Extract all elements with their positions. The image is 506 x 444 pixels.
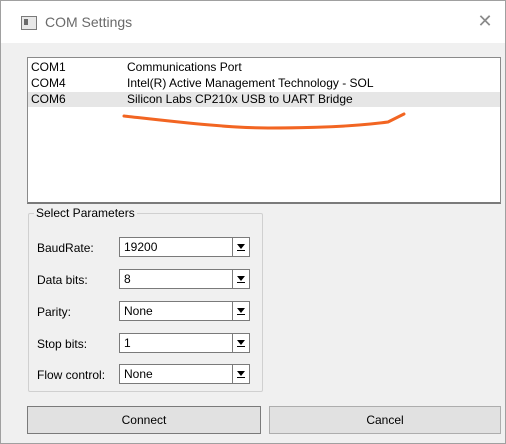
port-list[interactable]: COM1 Communications Port COM4 Intel(R) A…: [27, 57, 501, 204]
stopbits-label: Stop bits:: [37, 337, 88, 351]
databits-select[interactable]: 8: [119, 269, 250, 289]
cancel-button[interactable]: Cancel: [269, 406, 501, 434]
list-item[interactable]: COM1 Communications Port: [28, 60, 500, 75]
stopbits-select[interactable]: 1: [119, 333, 250, 353]
port-name: COM1: [31, 60, 66, 74]
connect-button[interactable]: Connect: [27, 406, 261, 434]
title-bar: COM Settings ✕: [1, 1, 505, 43]
baudrate-label: BaudRate:: [37, 241, 94, 255]
chevron-down-icon[interactable]: [232, 238, 249, 256]
chevron-down-icon[interactable]: [232, 270, 249, 288]
baudrate-value: 19200: [124, 240, 158, 254]
flowcontrol-value: None: [124, 367, 153, 381]
window-icon: [21, 16, 37, 30]
baudrate-select[interactable]: 19200: [119, 237, 250, 257]
port-name: COM4: [31, 76, 66, 90]
parity-select[interactable]: None: [119, 301, 250, 321]
close-icon[interactable]: ✕: [471, 7, 499, 35]
com-settings-dialog: COM Settings ✕ COM1 Communications Port …: [0, 0, 506, 444]
list-item[interactable]: COM4 Intel(R) Active Management Technolo…: [28, 76, 500, 91]
chevron-down-icon[interactable]: [232, 334, 249, 352]
parity-label: Parity:: [37, 305, 72, 319]
group-title: Select Parameters: [34, 206, 137, 220]
databits-value: 8: [124, 272, 131, 286]
chevron-down-icon[interactable]: [232, 302, 249, 320]
port-description: Silicon Labs CP210x USB to UART Bridge: [127, 92, 353, 106]
parity-value: None: [124, 304, 153, 318]
flowcontrol-select[interactable]: None: [119, 364, 250, 384]
port-name: COM6: [31, 92, 66, 106]
list-item-selected[interactable]: COM6 Silicon Labs CP210x USB to UART Bri…: [28, 92, 500, 107]
port-description: Intel(R) Active Management Technology - …: [127, 76, 374, 90]
flowcontrol-label: Flow control:: [37, 368, 106, 382]
databits-label: Data bits:: [37, 273, 88, 287]
port-description: Communications Port: [127, 60, 242, 74]
dialog-title: COM Settings: [45, 14, 133, 30]
stopbits-value: 1: [124, 336, 131, 350]
chevron-down-icon[interactable]: [232, 365, 249, 383]
